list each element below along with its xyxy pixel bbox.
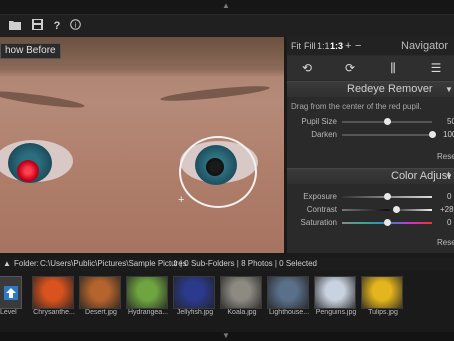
transform-toolrow: ⟲ ⟳ ⫼ ☰ <box>287 56 454 80</box>
folder-icon[interactable] <box>8 19 22 33</box>
thumbnail-caption: Penguins.jpg <box>315 309 357 316</box>
filmstrip: Level Chrysanthe... Desert.jpg Hydrangea..… <box>0 272 454 332</box>
exposure-value: 0 <box>447 192 452 201</box>
thumbnail[interactable] <box>173 276 215 309</box>
thumbnail-caption: Hydrangea... <box>127 309 169 316</box>
folder-summary: | 0 Sub-Folders | 8 Photos | 0 Selected <box>180 259 317 268</box>
flip-vertical-icon[interactable]: ☰ <box>426 59 446 77</box>
collapse-down-icon[interactable]: ▼ <box>222 331 230 340</box>
save-icon[interactable] <box>30 19 44 33</box>
photo-left-brow <box>0 88 86 111</box>
contrast-knob[interactable] <box>392 206 400 213</box>
help-icon[interactable]: ? <box>50 19 64 33</box>
collapse-up-icon[interactable]: ▲ <box>3 257 11 271</box>
folder-dropdown-icon[interactable]: ⇕ <box>172 257 179 271</box>
photo-right-brow <box>159 83 271 104</box>
up-level-label: Level <box>0 309 17 316</box>
thumbnail-caption: Tulips.jpg <box>368 309 398 316</box>
zoom-1-3-button[interactable]: 1:3 <box>330 37 343 55</box>
redeye-section-header[interactable]: Redeye Remover ▼ <box>287 81 454 97</box>
bottom-collapse-bar[interactable]: ▼ <box>0 331 454 341</box>
thumbnail[interactable] <box>361 276 403 309</box>
zoom-out-button[interactable]: − <box>355 37 361 55</box>
thumbnail-caption: Desert.jpg <box>85 309 117 316</box>
darken-knob[interactable] <box>428 131 436 138</box>
thumbnail[interactable] <box>32 276 74 309</box>
saturation-value: 0 <box>447 218 452 227</box>
pupil-size-knob[interactable] <box>383 118 391 125</box>
darken-slider[interactable] <box>342 134 432 136</box>
redeye-hint: Drag from the center of the red pupil. <box>291 102 422 111</box>
saturation-label: Saturation <box>300 218 337 227</box>
redeye-title: Redeye Remover <box>347 83 433 95</box>
left-red-pupil <box>17 160 39 182</box>
chevron-down-icon[interactable]: ▼ <box>445 82 453 97</box>
folder-label: Folder: <box>14 259 39 268</box>
up-arrow-icon <box>4 286 18 300</box>
rotate-left-icon[interactable]: ⟲ <box>297 59 317 77</box>
contrast-value: +28 <box>440 205 454 214</box>
thumbnail[interactable] <box>314 276 356 309</box>
thumbnail-caption: Jellyfish.jpg <box>176 309 214 316</box>
navigator-header: Fit Fill 1:1 1:3 + − Navigator <box>287 37 454 55</box>
color-adjust-title: Color Adjust <box>391 170 451 182</box>
exposure-label: Exposure <box>303 192 337 201</box>
folder-info-bar: ▲ Folder: C:\Users\Public\Pictures\Sampl… <box>0 257 454 271</box>
thumbnail[interactable] <box>267 276 309 309</box>
main-toolbar: ? i <box>0 15 454 37</box>
redeye-selection-circle[interactable] <box>179 136 257 208</box>
chevron-down-icon[interactable]: ▼ <box>445 169 453 184</box>
show-before-button[interactable]: how Before <box>0 43 61 59</box>
contrast-slider[interactable] <box>342 209 432 211</box>
thumbnail-caption: Chrysanthe... <box>33 309 75 316</box>
navigator-title: Navigator <box>401 40 449 52</box>
crosshair-cursor-icon: + <box>178 194 185 206</box>
thumbnail[interactable] <box>79 276 121 309</box>
color-adjust-reset-button[interactable]: Reset <box>437 238 454 247</box>
adjustment-panel: Fit Fill 1:1 1:3 + − Navigator ⟲ ⟳ ⫼ ☰ R… <box>287 37 454 253</box>
svg-text:i: i <box>74 22 76 30</box>
redeye-reset-button[interactable]: Reset <box>437 152 454 161</box>
flip-horizontal-icon[interactable]: ⫼ <box>383 59 403 77</box>
collapse-up-icon[interactable]: ▲ <box>222 1 230 10</box>
darken-label: Darken <box>311 130 337 139</box>
photo-canvas[interactable]: + <box>0 37 284 253</box>
top-collapse-bar[interactable]: ▲ <box>0 0 454 15</box>
contrast-label: Contrast <box>306 205 337 214</box>
zoom-fill-button[interactable]: Fill <box>304 37 316 55</box>
thumbnail-caption: Koala.jpg <box>227 309 257 316</box>
zoom-fit-button[interactable]: Fit <box>291 37 301 55</box>
rotate-right-icon[interactable]: ⟳ <box>340 59 360 77</box>
thumbnail-caption: Lighthouse... <box>268 309 310 316</box>
thumbnail[interactable] <box>220 276 262 309</box>
zoom-1-1-button[interactable]: 1:1 <box>317 37 330 55</box>
zoom-in-button[interactable]: + <box>345 37 351 55</box>
thumbnail[interactable] <box>126 276 168 309</box>
info-icon[interactable]: i <box>68 19 82 33</box>
pupil-size-label: Pupil Size <box>301 117 337 126</box>
saturation-knob[interactable] <box>383 219 391 226</box>
color-adjust-section-header[interactable]: Color Adjust ▼ <box>287 168 454 184</box>
exposure-knob[interactable] <box>383 193 391 200</box>
up-level-button[interactable] <box>0 276 22 309</box>
folder-path[interactable]: C:\Users\Public\Pictures\Sample Pictures <box>40 257 187 271</box>
pupil-size-value: 50 <box>447 117 454 126</box>
darken-value: 100 <box>443 130 454 139</box>
